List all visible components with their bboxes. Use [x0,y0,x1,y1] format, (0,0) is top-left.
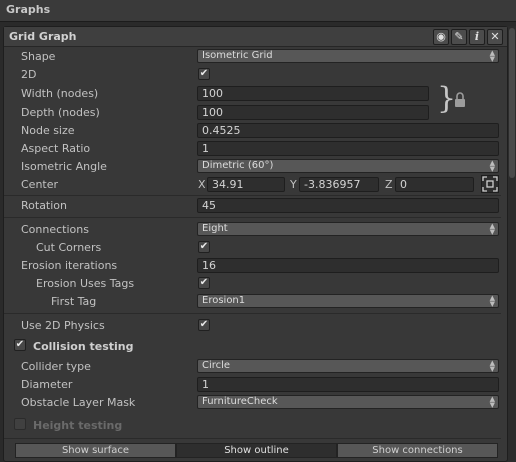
center-z-label: Z [385,178,393,191]
separator [4,195,501,196]
depth-label: Depth (nodes) [21,106,100,119]
isometric-angle-label: Isometric Angle [21,160,107,173]
obstacle-layer-mask-label: Obstacle Layer Mask [21,396,136,409]
center-x-label: X [198,178,206,191]
width-label: Width (nodes) [21,87,99,100]
vertical-scrollbar[interactable] [508,26,516,462]
use-2d-physics-checkbox[interactable]: ✔ [198,319,210,331]
two-d-label: 2D [21,68,37,81]
isometric-angle-value: Dimetric (60°) [202,160,274,171]
aspect-ratio-field[interactable]: 1 [197,141,499,156]
obstacle-layer-mask-value: FurnitureCheck [202,396,278,407]
collision-testing-label[interactable]: Collision testing [33,340,133,353]
first-tag-label: First Tag [51,295,97,308]
pencil-icon[interactable]: ✎ [451,29,467,45]
collider-type-dropdown[interactable]: Circle ▲ ▼ [197,359,499,373]
connections-dropdown[interactable]: Eight ▲ ▼ [197,222,499,236]
dropdown-arrows-icon: ▲ ▼ [489,359,495,373]
erosion-iterations-label: Erosion iterations [21,259,118,272]
connections-label: Connections [21,223,89,236]
erosion-uses-tags-label: Erosion Uses Tags [36,277,135,290]
separator [4,313,501,314]
show-surface-button[interactable]: Show surface [15,443,176,458]
use-2d-physics-label: Use 2D Physics [21,319,105,332]
collider-type-value: Circle [202,360,231,371]
center-label: Center [21,178,59,191]
diameter-field[interactable]: 1 [197,377,499,392]
node-size-field[interactable]: 0.4525 [197,123,499,138]
close-icon[interactable]: ✕ [487,29,503,45]
depth-field[interactable]: 100 [197,105,429,120]
dropdown-arrows-icon: ▲ ▼ [489,159,495,173]
collider-type-label: Collider type [21,360,91,373]
center-y-field[interactable]: -3.836957 [299,177,379,192]
show-connections-button[interactable]: Show connections [337,443,498,458]
collision-testing-checkbox[interactable]: ✔ [14,339,26,351]
show-outline-button[interactable]: Show outline [176,443,337,458]
first-tag-value: Erosion1 [202,295,246,306]
section-title: Graphs [6,3,51,16]
info-icon[interactable]: i [469,29,485,45]
node-size-label: Node size [21,124,75,137]
dropdown-arrows-icon: ▲ ▼ [489,49,495,63]
connections-value: Eight [202,223,228,234]
two-d-checkbox[interactable]: ✔ [198,68,210,80]
shape-label: Shape [21,50,56,63]
center-y-label: Y [290,178,297,191]
center-z-field[interactable]: 0 [395,177,474,192]
first-tag-dropdown[interactable]: Erosion1 ▲ ▼ [197,294,499,308]
width-field[interactable]: 100 [197,86,429,101]
cut-corners-label: Cut Corners [36,241,102,254]
erosion-iterations-field[interactable]: 16 [197,258,499,273]
graph-title: Grid Graph [9,30,77,43]
erosion-uses-tags-checkbox[interactable]: ✔ [198,277,210,289]
grid-graph-header[interactable]: Grid Graph ◉ ✎ i ✕ [4,27,507,47]
cut-corners-checkbox[interactable]: ✔ [198,241,210,253]
height-testing-checkbox[interactable] [14,418,26,430]
visualization-toggle-bar: Show surface Show outline Show connectio… [15,443,498,458]
dropdown-arrows-icon: ▲ ▼ [489,222,495,236]
shape-value: Isometric Grid [202,50,273,61]
aspect-ratio-label: Aspect Ratio [21,142,91,155]
center-x-field[interactable]: 34.91 [207,177,285,192]
isometric-angle-dropdown[interactable]: Dimetric (60°) ▲ ▼ [197,159,499,173]
eye-icon[interactable]: ◉ [433,29,449,45]
rotation-field[interactable]: 45 [197,198,499,213]
scrollbar-thumb[interactable] [509,28,515,178]
separator [4,438,501,439]
snap-position-icon[interactable] [481,175,499,193]
dropdown-arrows-icon: ▲ ▼ [489,395,495,409]
lock-icon[interactable] [454,92,466,108]
graphs-section-header[interactable]: Graphs [0,0,516,22]
shape-dropdown[interactable]: Isometric Grid ▲ ▼ [197,49,499,63]
diameter-label: Diameter [21,378,73,391]
dropdown-arrows-icon: ▲ ▼ [489,294,495,308]
rotation-label: Rotation [21,199,68,212]
separator [4,217,501,218]
obstacle-layer-mask-dropdown[interactable]: FurnitureCheck ▲ ▼ [197,395,499,409]
height-testing-label[interactable]: Height testing [33,419,122,432]
